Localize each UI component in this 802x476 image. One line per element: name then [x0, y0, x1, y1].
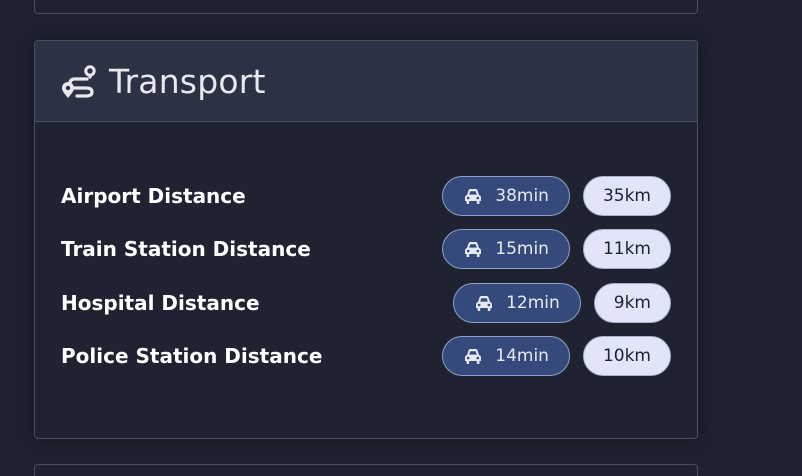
- row-label: Airport Distance: [61, 183, 246, 208]
- travel-time: 38min: [495, 185, 549, 206]
- row-label: Train Station Distance: [61, 237, 311, 262]
- car-icon: [465, 188, 482, 204]
- row-pills: 38min 35km: [442, 175, 671, 216]
- travel-time-badge: 14min: [442, 336, 570, 377]
- travel-time: 14min: [495, 346, 549, 367]
- route-icon: [61, 64, 97, 100]
- travel-time: 12min: [506, 292, 560, 313]
- page: Transport Airport Distance 38min 35km Tr…: [0, 0, 802, 476]
- previous-card: [34, 0, 698, 14]
- row-label: Hospital Distance: [61, 290, 260, 315]
- row-pills: 15min 11km: [442, 229, 671, 270]
- distance-list: Airport Distance 38min 35km Train Statio…: [61, 169, 671, 383]
- car-icon: [465, 242, 482, 258]
- list-item-airport: Airport Distance 38min 35km: [61, 169, 671, 223]
- row-label: Police Station Distance: [61, 344, 323, 369]
- next-card: [34, 464, 698, 476]
- travel-time-badge: 38min: [442, 175, 570, 216]
- card-header: Transport: [35, 41, 697, 122]
- row-pills: 12min 9km: [453, 282, 671, 323]
- list-item-hospital: Hospital Distance 12min 9km: [61, 276, 671, 330]
- travel-time-badge: 15min: [442, 229, 570, 270]
- card-title: Transport: [109, 61, 266, 101]
- car-icon: [476, 295, 493, 311]
- list-item-train-station: Train Station Distance 15min 11km: [61, 223, 671, 277]
- row-pills: 14min 10km: [442, 336, 671, 377]
- distance-badge: 9km: [593, 282, 671, 323]
- travel-time: 15min: [495, 239, 549, 260]
- car-icon: [465, 349, 482, 365]
- travel-time-badge: 12min: [453, 282, 581, 323]
- distance-badge: 10km: [582, 336, 671, 377]
- list-item-police-station: Police Station Distance 14min 10km: [61, 330, 671, 384]
- distance-badge: 35km: [582, 175, 671, 216]
- distance-badge: 11km: [582, 229, 671, 270]
- transport-card: Transport Airport Distance 38min 35km Tr…: [34, 40, 698, 439]
